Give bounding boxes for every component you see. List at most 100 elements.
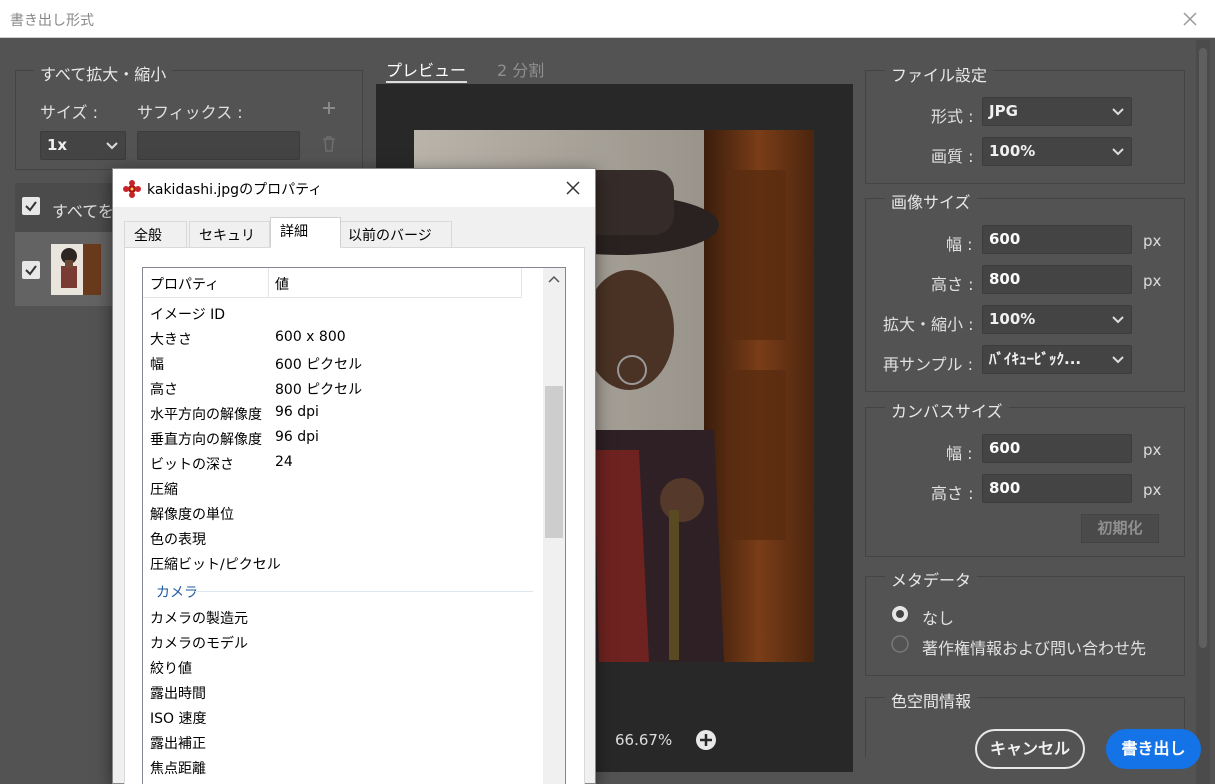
- unit-label: px: [1143, 441, 1162, 459]
- scale-all-legend: すべて拡大・縮小: [34, 61, 173, 85]
- file-settings-panel: [865, 70, 1185, 184]
- scroll-up-icon[interactable]: [548, 274, 560, 284]
- format-select[interactable]: JPG: [982, 97, 1132, 126]
- property-name: 幅: [150, 357, 164, 373]
- check-icon: [25, 201, 37, 212]
- quality-select[interactable]: 100%: [982, 137, 1132, 166]
- tab-underline: [386, 81, 467, 83]
- resample-select[interactable]: ﾊﾞｲｷｭｰﾋﾞｯｸ...: [982, 345, 1132, 374]
- tab-previous-versions[interactable]: 以前のバージョン: [338, 221, 452, 264]
- property-value: 600 x 800: [275, 329, 346, 345]
- reset-button[interactable]: 初期化: [1081, 514, 1159, 543]
- chevron-down-icon: [106, 142, 118, 150]
- property-value: 96 dpi: [275, 404, 319, 420]
- canvas-height-label: 高さ :: [931, 484, 974, 503]
- property-value: 600 ピクセル: [275, 357, 363, 373]
- item-thumbnail: [51, 244, 101, 295]
- chevron-down-icon: [1112, 316, 1124, 324]
- section-camera: カメラ: [156, 585, 198, 601]
- property-name: 焦点距離: [150, 761, 206, 777]
- item-checkbox[interactable]: [22, 261, 40, 279]
- zoom-level: 66.67%: [615, 731, 673, 749]
- select-all-checkbox[interactable]: [22, 197, 40, 215]
- scale-label: 拡大・縮小 :: [883, 315, 974, 334]
- property-name: カメラのモデル: [150, 636, 248, 652]
- unit-label: px: [1143, 272, 1162, 290]
- property-name: 垂直方向の解像度: [150, 432, 262, 448]
- color-space-legend: 色空間情報: [885, 688, 978, 712]
- property-list-header: プロパティ 値: [143, 268, 522, 298]
- image-size-legend: 画像サイズ: [885, 189, 977, 213]
- property-name: 露出補正: [150, 736, 206, 752]
- add-icon[interactable]: [322, 101, 336, 115]
- size-select-value: 1x: [47, 136, 68, 154]
- chevron-down-icon: [1112, 108, 1124, 116]
- size-select[interactable]: 1x: [40, 131, 126, 160]
- scale-select[interactable]: 100%: [982, 305, 1132, 334]
- cancel-button[interactable]: キャンセル: [975, 729, 1085, 769]
- property-list-scrollbar[interactable]: [543, 268, 565, 784]
- image-height-label: 高さ :: [931, 275, 974, 294]
- metadata-copyright-label: 著作権情報および問い合わせ先: [922, 639, 1147, 658]
- radio-none[interactable]: [891, 605, 909, 623]
- scrollbar-thumb[interactable]: [1199, 48, 1207, 648]
- radio-copyright[interactable]: [891, 635, 909, 653]
- canvas-width-label: 幅 :: [946, 444, 973, 463]
- chevron-down-icon: [1112, 356, 1124, 364]
- property-name: 圧縮: [150, 482, 178, 498]
- quality-label: 画質 :: [931, 147, 974, 166]
- column-value[interactable]: 値: [275, 274, 289, 294]
- canvas-width-input[interactable]: 600: [982, 434, 1132, 463]
- resample-label: 再サンプル :: [883, 355, 973, 374]
- select-all-label: すべてを: [52, 202, 114, 221]
- property-name: イメージ ID: [150, 307, 226, 323]
- settings-scrollbar[interactable]: [1196, 40, 1210, 784]
- image-width-label: 幅 :: [946, 235, 973, 254]
- property-name: 大きさ: [150, 332, 192, 348]
- tab-split[interactable]: 2 分割: [497, 57, 544, 81]
- property-name: ISO 速度: [150, 711, 207, 727]
- check-icon: [25, 265, 37, 276]
- tab-preview[interactable]: プレビュー: [386, 57, 466, 81]
- suffix-input[interactable]: [137, 131, 300, 160]
- window-title: 書き出し形式: [10, 13, 94, 29]
- file-settings-legend: ファイル設定: [885, 62, 994, 86]
- property-name: カメラの製造元: [150, 611, 248, 627]
- metadata-panel: [865, 576, 1185, 676]
- close-icon[interactable]: [563, 178, 583, 198]
- section-divider: [195, 591, 533, 592]
- tab-details[interactable]: 詳細: [270, 217, 341, 248]
- property-list: プロパティ 値 イメージ ID 大きさ 600 x 800 幅 600 ピクセル…: [142, 267, 566, 784]
- property-name: 高さ: [150, 382, 178, 398]
- unit-label: px: [1143, 232, 1162, 250]
- property-value: 96 dpi: [275, 429, 319, 445]
- chevron-down-icon: [1112, 148, 1124, 156]
- format-select-value: JPG: [989, 102, 1018, 120]
- close-icon[interactable]: [1177, 6, 1203, 32]
- scrollbar-thumb[interactable]: [545, 386, 563, 538]
- properties-titlebar: kakidashi.jpgのプロパティ: [113, 169, 595, 207]
- export-button[interactable]: 書き出し: [1106, 729, 1201, 769]
- scale-select-value: 100%: [989, 310, 1036, 328]
- properties-dialog: kakidashi.jpgのプロパティ 全般 セキュリティ 以前のバージョン 詳…: [112, 168, 596, 784]
- property-name: 露出時間: [150, 686, 206, 702]
- format-label: 形式 :: [931, 107, 974, 126]
- image-file-icon: [123, 180, 141, 198]
- property-name: 解像度の単位: [150, 507, 234, 523]
- property-name: 水平方向の解像度: [150, 407, 262, 423]
- image-height-input[interactable]: 800: [982, 265, 1132, 294]
- canvas-height-input[interactable]: 800: [982, 474, 1132, 503]
- trash-icon[interactable]: [322, 136, 336, 152]
- zoom-in-icon[interactable]: [695, 729, 717, 751]
- property-value: 800 ピクセル: [275, 382, 363, 398]
- tab-general[interactable]: 全般: [124, 221, 187, 247]
- image-width-input[interactable]: 600: [982, 225, 1132, 254]
- column-property[interactable]: プロパティ: [150, 274, 219, 294]
- properties-title: kakidashi.jpgのプロパティ: [147, 182, 323, 198]
- suffix-label: サフィックス :: [137, 103, 243, 122]
- property-name: 絞り値: [150, 661, 192, 677]
- property-name: 色の表現: [150, 532, 206, 548]
- property-name: ビットの深さ: [150, 457, 234, 473]
- property-value: 24: [275, 454, 293, 470]
- tab-security[interactable]: セキュリティ: [189, 221, 270, 264]
